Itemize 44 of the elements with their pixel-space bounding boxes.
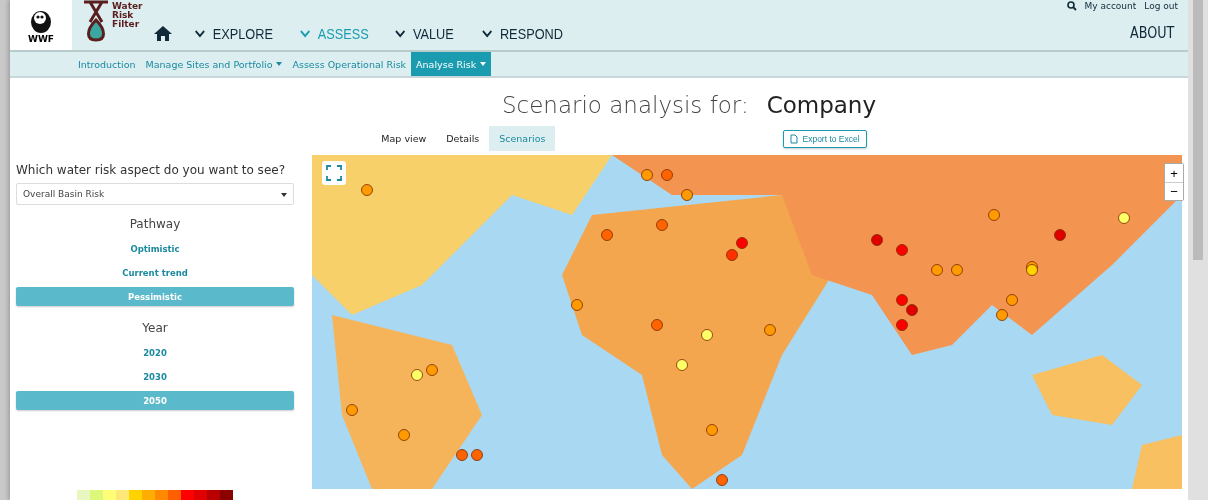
zoom-out-button[interactable]: − — [1165, 182, 1183, 200]
section-heading: Pathway — [129, 217, 181, 231]
chevron-down-icon — [193, 28, 206, 39]
search-icon[interactable] — [1066, 1, 1077, 11]
wwf-logo[interactable]: WWF — [10, 0, 72, 50]
fullscreen-icon — [326, 165, 342, 181]
account-link[interactable]: Log out — [1144, 1, 1178, 11]
company-name: Company — [766, 92, 877, 118]
pathway-option[interactable]: Pessimistic — [16, 287, 294, 306]
chevron-down-icon — [394, 28, 407, 39]
pathway-option[interactable]: Current trend — [16, 263, 294, 282]
nav-link[interactable]: EXPLORE — [193, 25, 273, 42]
about-link[interactable]: ABOUT — [1129, 24, 1175, 42]
scrollbar-thumb[interactable] — [1193, 0, 1203, 260]
view-tab[interactable]: Map view — [371, 126, 437, 151]
export-button[interactable]: Export to Excel — [783, 129, 867, 148]
subnav-link[interactable]: Assess Operational Risk — [287, 52, 412, 76]
section-heading: Year — [142, 321, 168, 335]
nav-link[interactable]: ASSESS — [299, 25, 370, 42]
subnav-link[interactable]: Manage Sites and Portfolio — [140, 52, 288, 76]
year-option[interactable]: 2050 — [16, 391, 294, 410]
caret-icon — [281, 193, 287, 197]
year-option[interactable]: 2020 — [16, 343, 294, 362]
subnav-link[interactable]: Introduction — [73, 52, 141, 76]
fullscreen-button[interactable] — [322, 161, 346, 185]
page-title: Scenario analysis for: — [501, 92, 749, 118]
view-tab[interactable]: Scenarios — [489, 126, 556, 151]
nav-link[interactable]: VALUE — [394, 25, 455, 42]
pathway-option[interactable]: Optimistic — [16, 239, 294, 258]
water-drop-icon — [82, 0, 110, 44]
view-tab[interactable]: Details — [436, 126, 490, 151]
zoom-in-button[interactable]: + — [1165, 164, 1183, 182]
logo-text: WWF — [28, 34, 54, 44]
subnav-link[interactable]: Analyse Risk — [411, 52, 492, 76]
home-icon[interactable] — [152, 25, 173, 42]
account-link[interactable]: My account — [1084, 1, 1137, 11]
question-label: Which water risk aspect do you want to see? — [16, 163, 285, 177]
chevron-down-icon — [480, 28, 493, 39]
file-icon — [790, 133, 799, 144]
chevron-down-icon — [299, 28, 312, 39]
aspect-select[interactable]: Overall Basin Risk — [16, 183, 294, 205]
year-option[interactable]: 2030 — [16, 367, 294, 386]
nav-link[interactable]: RESPOND — [480, 25, 563, 42]
brand-name: Water Risk Filter — [112, 2, 143, 29]
